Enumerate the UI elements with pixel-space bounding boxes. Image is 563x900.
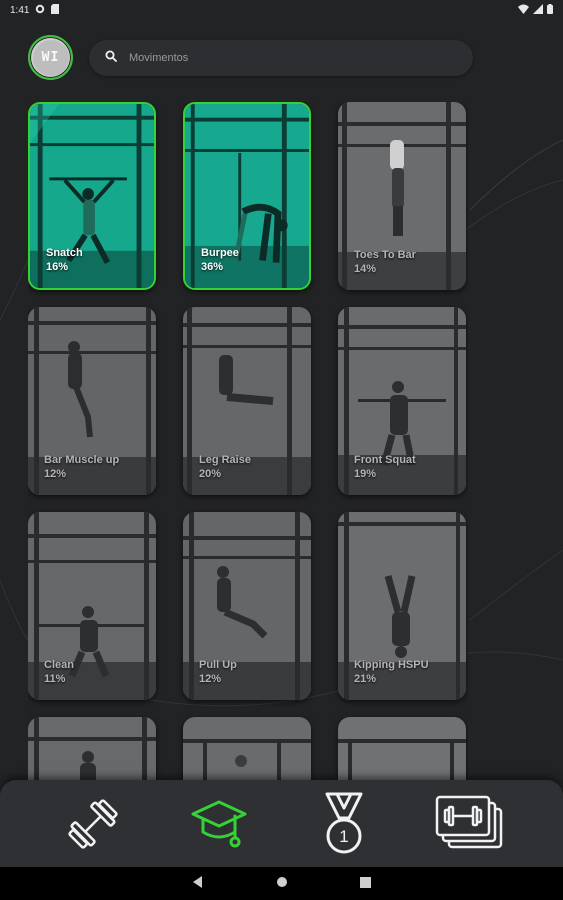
search-icon (105, 49, 117, 67)
movement-label: Snatch 16% (46, 246, 83, 274)
movement-name: Burpee (201, 247, 239, 259)
movement-label: Clean 11% (44, 658, 74, 686)
movement-card-toes-to-bar[interactable]: Toes To Bar 14% (338, 102, 466, 290)
movement-card-front-squat[interactable]: Front Squat 19% (338, 307, 466, 495)
profile-avatar[interactable]: WI (28, 35, 73, 80)
movement-label: Leg Raise 20% (199, 453, 251, 481)
nav-learn-button[interactable] (184, 789, 254, 859)
movement-percent: 16% (46, 261, 69, 273)
wifi-icon (518, 4, 529, 17)
movement-label: Burpee 36% (201, 246, 239, 274)
movements-grid: Snatch 16% Burpee 36% Toes To Bar 14% Ba… (28, 102, 468, 802)
system-navigation-bar (0, 867, 563, 900)
search-input[interactable]: Movimentos (129, 52, 188, 64)
status-time: 1:41 (10, 4, 30, 16)
movement-name: Pull Up (199, 659, 237, 671)
avatar-initials: WI (32, 39, 69, 76)
medal-icon: 1 (325, 792, 363, 853)
movement-name: Leg Raise (199, 454, 251, 466)
signal-icon (533, 3, 543, 17)
workout-cards-icon (435, 795, 503, 848)
movement-percent: 12% (199, 673, 222, 685)
status-right (518, 3, 553, 17)
movement-card-pull-up[interactable]: Pull Up 12% (183, 512, 311, 700)
search-bar[interactable]: Movimentos (89, 39, 473, 76)
movement-label: Front Squat 19% (354, 453, 416, 481)
nav-rankings-button[interactable]: 1 (309, 789, 379, 859)
battery-icon (547, 3, 553, 17)
back-icon[interactable] (192, 875, 204, 893)
movement-percent: 19% (354, 468, 377, 480)
movement-card-clean[interactable]: Clean 11% (28, 512, 156, 700)
movement-card-burpee[interactable]: Burpee 36% (183, 102, 311, 290)
movement-percent: 20% (199, 468, 222, 480)
movement-name: Clean (44, 659, 74, 671)
movement-percent: 21% (354, 673, 377, 685)
medal-number: 1 (340, 827, 349, 846)
movement-card-leg-raise[interactable]: Leg Raise 20% (183, 307, 311, 495)
movement-label: Toes To Bar 14% (354, 248, 416, 276)
movement-label: Pull Up 12% (199, 658, 237, 686)
status-bar: 1:41 (0, 0, 563, 20)
sd-card-icon (51, 3, 60, 17)
movement-percent: 14% (354, 263, 377, 275)
movement-name: Bar Muscle up (44, 454, 120, 466)
movement-card-kipping-hspu[interactable]: Kipping HSPU 21% (338, 512, 466, 700)
movement-name: Front Squat (354, 454, 416, 466)
home-icon[interactable] (276, 875, 288, 893)
recents-icon[interactable] (360, 875, 371, 893)
bottom-navigation: 1 (0, 780, 563, 867)
movement-name: Kipping HSPU (354, 659, 429, 671)
movement-percent: 12% (44, 468, 67, 480)
settings-gear-icon (35, 4, 45, 17)
movement-card-bar-muscle-up[interactable]: Bar Muscle up 12% (28, 307, 156, 495)
movement-percent: 36% (201, 261, 224, 273)
nav-library-button[interactable] (435, 789, 505, 859)
movement-name: Toes To Bar (354, 249, 416, 261)
movement-label: Kipping HSPU 21% (354, 658, 429, 686)
dumbbell-icon (68, 798, 118, 849)
status-left: 1:41 (10, 3, 60, 17)
graduation-cap-icon (191, 800, 247, 847)
movement-percent: 11% (44, 673, 66, 685)
movement-label: Bar Muscle up 12% (44, 453, 119, 481)
movement-card-snatch[interactable]: Snatch 16% (28, 102, 156, 290)
nav-workouts-button[interactable] (58, 789, 128, 859)
movement-name: Snatch (46, 247, 83, 259)
header: WI Movimentos (28, 35, 473, 80)
